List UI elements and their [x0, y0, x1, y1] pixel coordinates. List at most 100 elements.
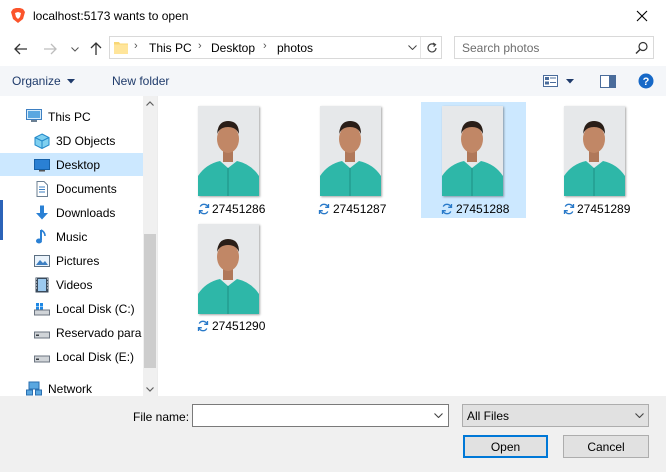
nav-label: Documents	[56, 181, 117, 196]
address-bar[interactable]: › This PC › Desktop › photos	[109, 36, 442, 59]
caret-down-icon	[66, 78, 75, 83]
sync-status-icon	[198, 203, 210, 215]
nav-label: Videos	[56, 277, 93, 292]
file-type-value: All Files	[467, 409, 510, 423]
file-name-input[interactable]	[193, 405, 427, 426]
file-type-dropdown-button[interactable]	[631, 408, 647, 423]
address-dropdown-button[interactable]	[404, 39, 420, 56]
organize-button[interactable]: Organize	[12, 72, 75, 90]
search-input[interactable]	[455, 37, 630, 58]
file-tile-selected[interactable]: 27451288	[421, 102, 526, 218]
file-tile[interactable]: 27451290	[176, 220, 281, 336]
breadcrumb-desktop[interactable]: Desktop	[211, 41, 255, 55]
nav-label: Network	[48, 381, 93, 396]
file-tile[interactable]: 27451286	[176, 102, 281, 218]
nav-label: This PC	[48, 109, 91, 124]
caret-down-icon	[566, 78, 574, 83]
nav-item-pictures[interactable]: Pictures	[0, 249, 143, 272]
nav-item-reservado[interactable]: Reservado para e	[0, 321, 143, 344]
documents-icon	[36, 181, 48, 197]
folder-icon	[114, 42, 128, 54]
forward-button[interactable]	[39, 39, 61, 59]
nav-item-documents[interactable]: Documents	[0, 177, 143, 200]
file-name-label: File name:	[133, 410, 190, 424]
3d-objects-icon	[34, 133, 50, 149]
nav-label: Local Disk (C:)	[56, 301, 135, 316]
view-options-icon	[543, 75, 558, 87]
drive-icon	[34, 331, 50, 339]
windows-drive-icon	[34, 303, 50, 316]
portrait-image	[442, 106, 503, 196]
nav-item-local-disk-e[interactable]: Local Disk (E:)	[0, 345, 143, 368]
music-icon	[36, 229, 46, 244]
breadcrumb-photos[interactable]: photos	[277, 41, 313, 55]
scroll-up-button[interactable]	[143, 96, 157, 110]
sync-status-icon	[563, 203, 575, 215]
pane-divider	[157, 96, 158, 396]
file-name: 27451286	[212, 202, 266, 216]
nav-item-local-disk-c[interactable]: Local Disk (C:)	[0, 297, 143, 320]
chevron-down-icon	[634, 413, 644, 418]
file-name-dropdown-button[interactable]	[429, 407, 447, 424]
background-window-edge	[0, 200, 3, 240]
refresh-icon	[427, 41, 437, 52]
cancel-button[interactable]: Cancel	[563, 435, 649, 458]
file-name-combobox[interactable]	[192, 404, 449, 427]
scroll-thumb[interactable]	[144, 234, 156, 368]
recent-locations-button[interactable]	[68, 39, 82, 59]
videos-icon	[35, 277, 49, 293]
preview-pane-button[interactable]	[599, 72, 617, 90]
new-folder-button[interactable]: New folder	[112, 72, 169, 90]
chevron-down-icon	[433, 413, 443, 418]
portrait-image	[320, 106, 381, 196]
chevron-down-icon	[146, 386, 154, 392]
photo-thumbnail	[320, 106, 381, 196]
file-type-select[interactable]: All Files	[462, 404, 649, 427]
file-name: 27451290	[212, 319, 266, 333]
organize-label: Organize	[12, 74, 61, 88]
nav-item-music[interactable]: Music	[0, 225, 143, 248]
network-icon	[26, 381, 42, 396]
close-button[interactable]	[622, 2, 662, 30]
title-bar: localhost:5173 wants to open	[0, 0, 666, 32]
breadcrumb-separator: ›	[198, 40, 202, 52]
nav-label: Music	[56, 229, 88, 244]
breadcrumb-separator: ›	[263, 40, 267, 52]
breadcrumb-this-pc[interactable]: This PC	[149, 41, 192, 55]
arrow-right-icon	[44, 43, 57, 55]
file-name: 27451289	[577, 202, 631, 216]
search-box[interactable]	[454, 36, 654, 59]
close-icon	[636, 10, 648, 22]
desktop-icon	[34, 159, 50, 172]
nav-item-videos[interactable]: Videos	[0, 273, 143, 296]
nav-label: Reservado para e	[56, 325, 143, 340]
brave-lion-icon	[11, 8, 25, 23]
nav-item-desktop[interactable]: Desktop	[0, 153, 143, 176]
nav-item-3d-objects[interactable]: 3D Objects	[0, 129, 143, 152]
breadcrumb-separator: ›	[134, 40, 138, 52]
svg-text:?: ?	[643, 76, 650, 88]
file-tile[interactable]: 27451287	[298, 102, 403, 218]
drive-icon	[34, 355, 50, 363]
window-title: localhost:5173 wants to open	[33, 9, 189, 23]
pictures-icon	[34, 255, 50, 267]
open-button[interactable]: Open	[463, 435, 548, 458]
search-icon	[635, 41, 648, 54]
portrait-image	[564, 106, 625, 196]
nav-item-downloads[interactable]: Downloads	[0, 201, 143, 224]
change-view-button[interactable]	[543, 72, 581, 90]
back-button[interactable]	[10, 39, 32, 59]
help-button[interactable]: ?	[637, 72, 655, 90]
nav-item-this-pc[interactable]: This PC	[0, 105, 143, 128]
scroll-down-button[interactable]	[143, 382, 157, 396]
file-tile[interactable]: 27451289	[542, 102, 647, 218]
sync-status-icon	[441, 203, 453, 215]
refresh-button[interactable]	[420, 37, 443, 58]
help-icon: ?	[638, 73, 654, 89]
nav-scrollbar[interactable]	[143, 96, 157, 396]
downloads-icon	[36, 205, 48, 220]
up-button[interactable]	[86, 39, 106, 59]
nav-label: 3D Objects	[56, 133, 116, 148]
navigation-pane: This PC 3D Objects Desktop Documents Dow…	[0, 96, 157, 396]
photo-thumbnail	[198, 224, 259, 314]
